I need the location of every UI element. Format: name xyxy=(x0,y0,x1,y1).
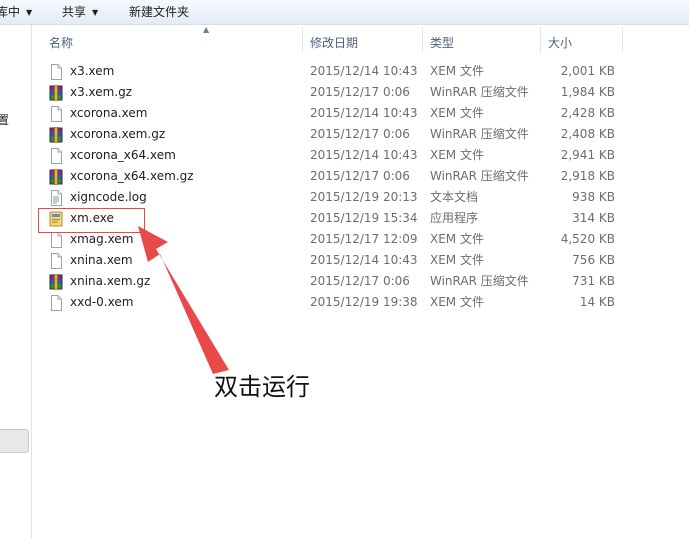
annotation-label: 双击运行 xyxy=(214,373,310,401)
annotation-arrow xyxy=(138,226,229,374)
